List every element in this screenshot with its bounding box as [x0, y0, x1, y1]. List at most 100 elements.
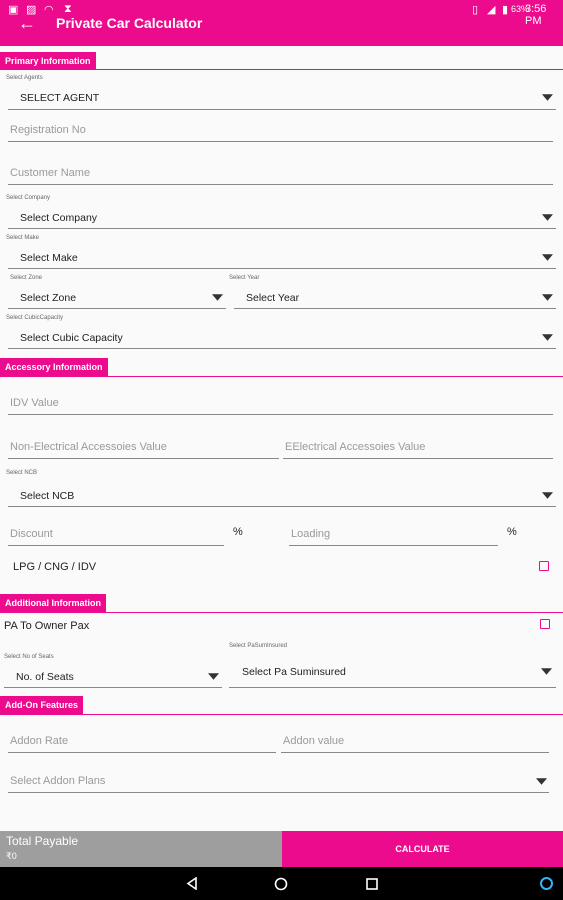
cubic-capacity-select-value: Select Cubic Capacity — [20, 332, 123, 344]
addon-value-placeholder: Addon value — [283, 735, 345, 747]
nav-home-icon[interactable] — [274, 877, 288, 891]
underline — [8, 458, 279, 459]
year-select[interactable]: Select Year — [234, 285, 556, 309]
underline — [229, 687, 556, 688]
back-arrow-icon[interactable]: ← — [18, 13, 36, 34]
make-select[interactable]: Select Make — [8, 245, 556, 269]
seats-label: Select No of Seats — [4, 654, 54, 660]
pa-suminsured-select-value: Select Pa Suminsured — [242, 666, 346, 678]
company-select-value: Select Company — [20, 212, 98, 224]
cubic-capacity-label: Select CubicCapacity — [6, 315, 64, 321]
electrical-accessories-input[interactable]: EElectrical Accessoies Value — [283, 435, 553, 459]
nav-recents-icon[interactable] — [366, 878, 378, 890]
loading-placeholder: Loading — [291, 528, 331, 540]
ncb-select-value: Select NCB — [20, 490, 75, 502]
chevron-down-icon — [542, 254, 553, 261]
ncb-select[interactable]: Select NCB — [8, 483, 556, 507]
ncb-label: Select NCB — [6, 470, 38, 476]
year-select-value: Select Year — [246, 292, 300, 304]
underline — [8, 506, 556, 507]
chevron-down-icon — [541, 668, 552, 675]
company-label: Select Company — [6, 195, 51, 201]
underline — [8, 752, 276, 753]
pa-suminsured-select[interactable]: Select Pa Suminsured — [229, 658, 556, 688]
page-title: Private Car Calculator — [56, 15, 203, 31]
total-payable-value: ₹0 — [6, 851, 17, 861]
underline — [8, 792, 549, 793]
underline — [8, 109, 556, 110]
addon-plans-select[interactable]: Select Addon Plans — [8, 769, 549, 793]
assistant-icon[interactable] — [539, 876, 554, 891]
pa-suminsured-label: Select PaSumInsured — [229, 643, 288, 649]
company-select[interactable]: Select Company — [8, 205, 556, 229]
loading-input[interactable]: Loading — [289, 522, 498, 546]
pa-owner-pax-checkbox[interactable] — [540, 619, 550, 629]
underline — [8, 141, 553, 142]
registration-input[interactable]: Registration No — [8, 118, 553, 142]
underline — [8, 308, 226, 309]
notification-icon: ▣ — [8, 4, 19, 16]
underline — [8, 414, 553, 415]
chevron-down-icon — [542, 294, 553, 301]
customer-name-input[interactable]: Customer Name — [8, 161, 553, 185]
customer-name-placeholder: Customer Name — [10, 167, 91, 179]
total-payable-label: Total Payable — [6, 834, 79, 848]
discount-input[interactable]: Discount — [8, 522, 224, 546]
make-select-value: Select Make — [20, 252, 78, 264]
idv-value-input[interactable]: IDV Value — [8, 391, 553, 415]
registration-placeholder: Registration No — [10, 124, 86, 136]
agent-select[interactable]: SELECT AGENT — [8, 86, 556, 110]
lpg-cng-idv-label: LPG / CNG / IDV — [13, 561, 97, 573]
addon-plans-placeholder: Select Addon Plans — [10, 775, 106, 787]
seats-select-value: No. of Seats — [16, 671, 74, 683]
underline — [8, 268, 556, 269]
discount-percent-sign: % — [233, 526, 243, 538]
idv-value-placeholder: IDV Value — [10, 397, 59, 409]
section-divider — [0, 69, 563, 70]
loading-percent-sign: % — [507, 526, 517, 538]
cubic-capacity-select[interactable]: Select Cubic Capacity — [8, 325, 556, 349]
section-divider — [0, 612, 563, 613]
underline — [4, 687, 222, 688]
underline — [8, 348, 556, 349]
chevron-down-icon — [542, 94, 553, 101]
underline — [289, 545, 498, 546]
addon-rate-input[interactable]: Addon Rate — [8, 729, 276, 753]
underline — [281, 752, 549, 753]
zone-select[interactable]: Select Zone — [8, 285, 226, 309]
zone-label: Select Zone — [10, 275, 43, 281]
underline — [8, 228, 556, 229]
non-electrical-placeholder: Non-Electrical Accessoies Value — [10, 441, 167, 453]
battery-icon: ▮ — [502, 4, 509, 16]
addon-rate-placeholder: Addon Rate — [10, 735, 69, 747]
underline — [234, 308, 556, 309]
agent-select-value: SELECT AGENT — [20, 92, 100, 104]
addon-value-input[interactable]: Addon value — [281, 729, 549, 753]
year-label: Select Year — [229, 275, 260, 281]
wifi-icon: ◠ — [44, 4, 54, 16]
zone-select-value: Select Zone — [20, 292, 77, 304]
underline — [8, 184, 553, 185]
nav-back-icon[interactable] — [186, 877, 198, 890]
section-header-accessory: Accessory Information — [0, 358, 108, 376]
section-header-additional: Additional Information — [0, 594, 106, 612]
chevron-down-icon — [536, 778, 547, 785]
calculate-button[interactable]: CALCULATE — [282, 831, 563, 867]
lpg-cng-idv-checkbox[interactable] — [539, 561, 549, 571]
electrical-placeholder: EElectrical Accessoies Value — [285, 441, 426, 453]
agent-label: Select Agents — [6, 75, 43, 81]
underline — [283, 458, 553, 459]
status-time: 3:56 PM — [525, 3, 547, 27]
section-header-primary: Primary Information — [0, 52, 96, 70]
non-electrical-accessories-input[interactable]: Non-Electrical Accessoies Value — [8, 435, 279, 459]
section-divider — [0, 714, 563, 715]
make-label: Select Make — [6, 235, 40, 241]
chevron-down-icon — [542, 214, 553, 221]
section-divider — [0, 376, 563, 377]
seats-select[interactable]: No. of Seats — [4, 664, 222, 688]
underline — [8, 545, 224, 546]
chevron-down-icon — [208, 673, 219, 680]
pa-owner-pax-label: PA To Owner Pax — [4, 620, 90, 632]
section-header-addon: Add-On Features — [0, 696, 84, 714]
chevron-down-icon — [542, 334, 553, 341]
